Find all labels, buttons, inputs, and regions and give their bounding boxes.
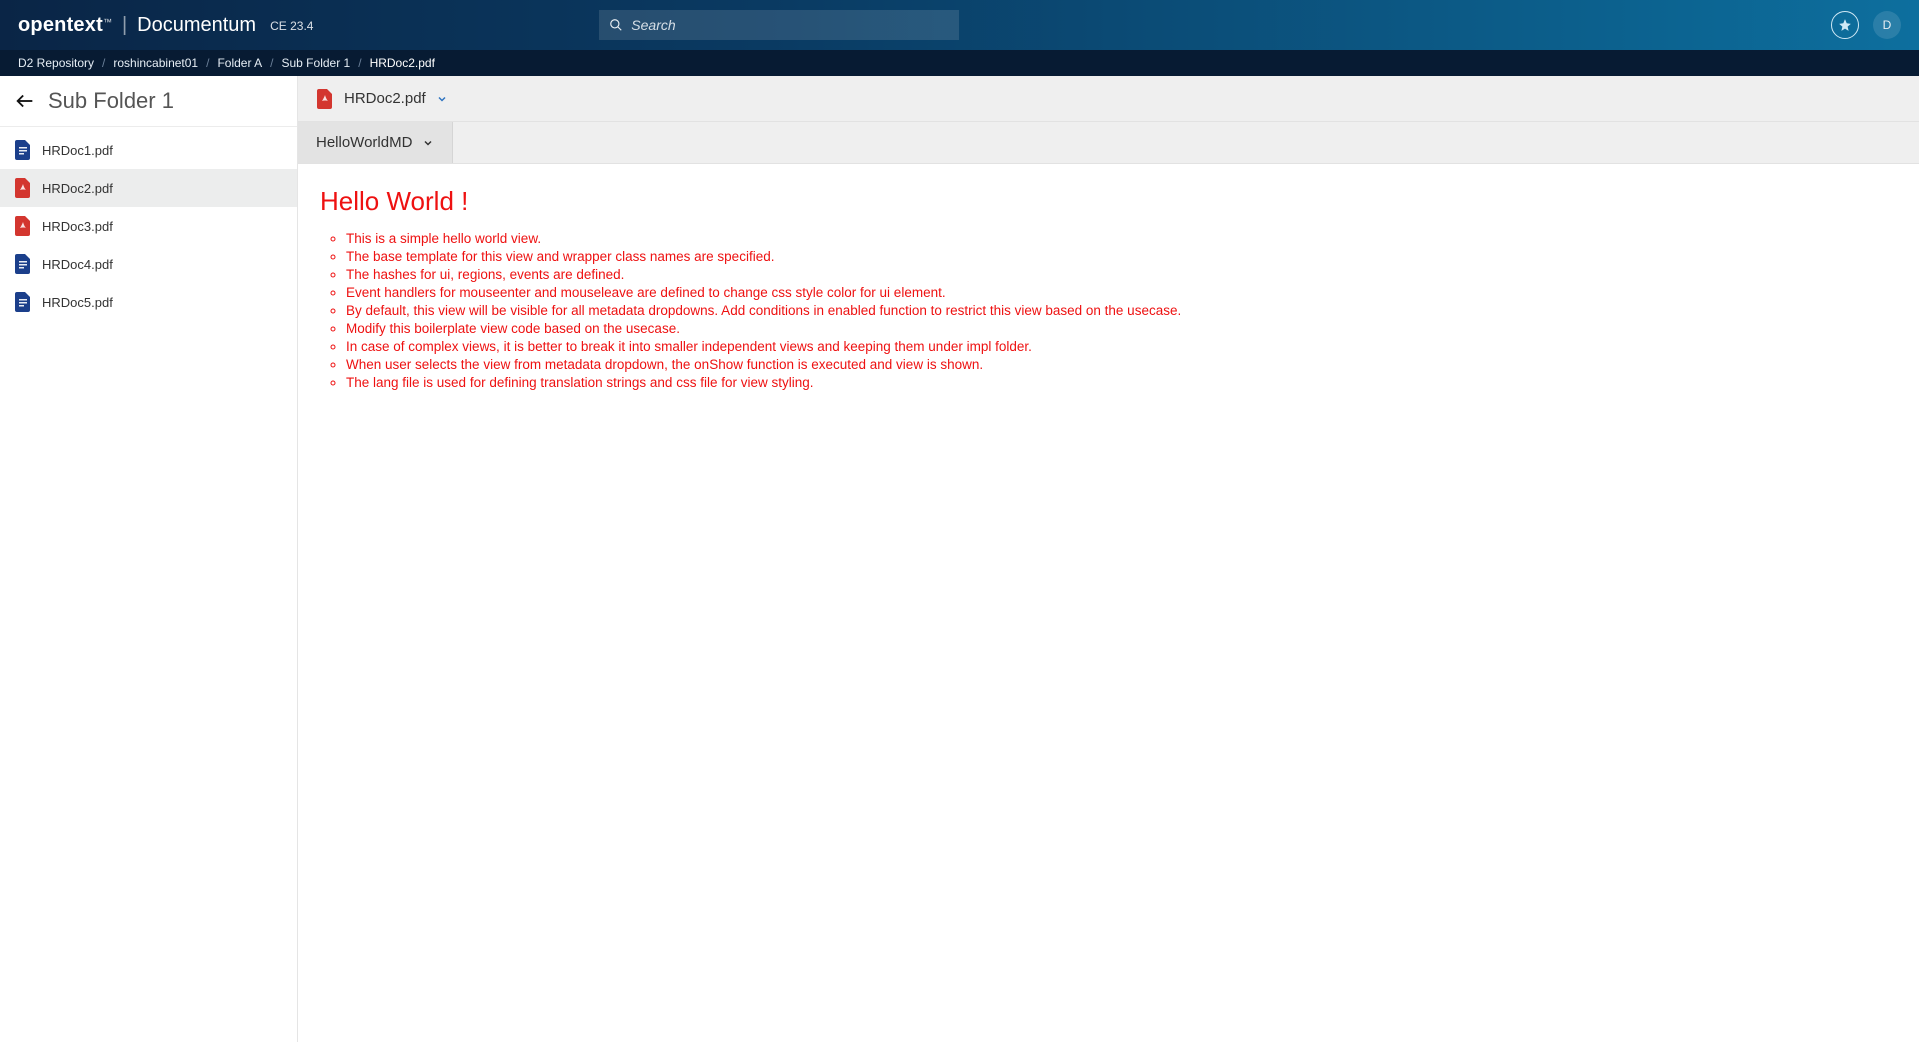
tab-bar: HelloWorldMD: [298, 122, 1919, 164]
document-body: Hello World ! This is a simple hello wor…: [298, 164, 1919, 415]
arrow-left-icon: [14, 90, 36, 112]
favorites-button[interactable]: [1831, 11, 1859, 39]
bullet-item: When user selects the view from metadata…: [346, 357, 1897, 372]
file-name: HRDoc4.pdf: [42, 257, 113, 272]
brand-separator: |: [122, 14, 127, 37]
bullet-item: This is a simple hello world view.: [346, 231, 1897, 246]
star-icon: [1838, 18, 1852, 32]
tab-label: HelloWorldMD: [316, 134, 412, 151]
tab-helloworldmd[interactable]: HelloWorldMD: [298, 122, 453, 163]
topbar-right: D: [1831, 11, 1901, 39]
file-name: HRDoc5.pdf: [42, 295, 113, 310]
file-row[interactable]: HRDoc1.pdf: [0, 131, 297, 169]
search-box[interactable]: [599, 10, 959, 40]
content-pane: HRDoc2.pdf HelloWorldMD Hello World ! Th…: [298, 76, 1919, 1042]
sidebar-title: Sub Folder 1: [48, 88, 174, 114]
document-title: HRDoc2.pdf: [344, 90, 426, 107]
document-header: HRDoc2.pdf: [298, 76, 1919, 122]
bullet-item: The hashes for ui, regions, events are d…: [346, 267, 1897, 282]
file-name: HRDoc2.pdf: [42, 181, 113, 196]
document-title-dropdown[interactable]: [436, 93, 448, 105]
bullet-item: Event handlers for mouseenter and mousel…: [346, 285, 1897, 300]
breadcrumb: D2 Repository / roshincabinet01 / Folder…: [0, 50, 1919, 76]
breadcrumb-separator: /: [206, 56, 209, 70]
search-icon: [609, 18, 623, 32]
breadcrumb-separator: /: [270, 56, 273, 70]
app-topbar: opentext™ | Documentum CE 23.4 D: [0, 0, 1919, 50]
search-input[interactable]: [631, 17, 949, 33]
brand-opentext: opentext™: [18, 14, 112, 37]
hello-world-title: Hello World !: [320, 186, 1897, 217]
file-row[interactable]: HRDoc3.pdf: [0, 207, 297, 245]
breadcrumb-item[interactable]: roshincabinet01: [113, 56, 198, 70]
file-list: HRDoc1.pdf HRDoc2.pdf HRDoc3.pdf HRDoc4.pdf…: [0, 127, 297, 325]
breadcrumb-item-current: HRDoc2.pdf: [370, 56, 435, 70]
bullet-item: The base template for this view and wrap…: [346, 249, 1897, 264]
sidebar: Sub Folder 1 HRDoc1.pdf HRDoc2.pdf HRDoc3.…: [0, 76, 298, 1042]
main-area: Sub Folder 1 HRDoc1.pdf HRDoc2.pdf HRDoc3.…: [0, 76, 1919, 1042]
file-row[interactable]: HRDoc2.pdf: [0, 169, 297, 207]
breadcrumb-item[interactable]: Folder A: [217, 56, 262, 70]
file-row[interactable]: HRDoc5.pdf: [0, 283, 297, 321]
chevron-down-icon: [422, 137, 434, 149]
user-avatar[interactable]: D: [1873, 11, 1901, 39]
file-row[interactable]: HRDoc4.pdf: [0, 245, 297, 283]
brand-tm: ™: [103, 17, 112, 27]
brand-product: Documentum: [137, 14, 256, 37]
breadcrumb-separator: /: [102, 56, 105, 70]
pdf-icon: [14, 216, 32, 236]
bullet-item: Modify this boilerplate view code based …: [346, 321, 1897, 336]
chevron-down-icon: [436, 93, 448, 105]
bullet-item: In case of complex views, it is better t…: [346, 339, 1897, 354]
bullet-item: By default, this view will be visible fo…: [346, 303, 1897, 318]
document-icon: [14, 254, 32, 274]
pdf-icon: [14, 178, 32, 198]
breadcrumb-separator: /: [358, 56, 361, 70]
file-name: HRDoc3.pdf: [42, 219, 113, 234]
back-button[interactable]: [14, 90, 36, 112]
document-icon: [14, 292, 32, 312]
breadcrumb-item[interactable]: D2 Repository: [18, 56, 94, 70]
breadcrumb-item[interactable]: Sub Folder 1: [282, 56, 351, 70]
avatar-letter: D: [1883, 18, 1892, 32]
hello-world-bullets: This is a simple hello world view. The ba…: [346, 231, 1897, 390]
search-container: [599, 10, 959, 40]
file-name: HRDoc1.pdf: [42, 143, 113, 158]
document-icon: [14, 140, 32, 160]
brand: opentext™ | Documentum CE 23.4: [18, 14, 313, 37]
brand-version: CE 23.4: [270, 19, 313, 33]
pdf-icon: [316, 89, 334, 109]
sidebar-header: Sub Folder 1: [0, 76, 297, 127]
bullet-item: The lang file is used for defining trans…: [346, 375, 1897, 390]
